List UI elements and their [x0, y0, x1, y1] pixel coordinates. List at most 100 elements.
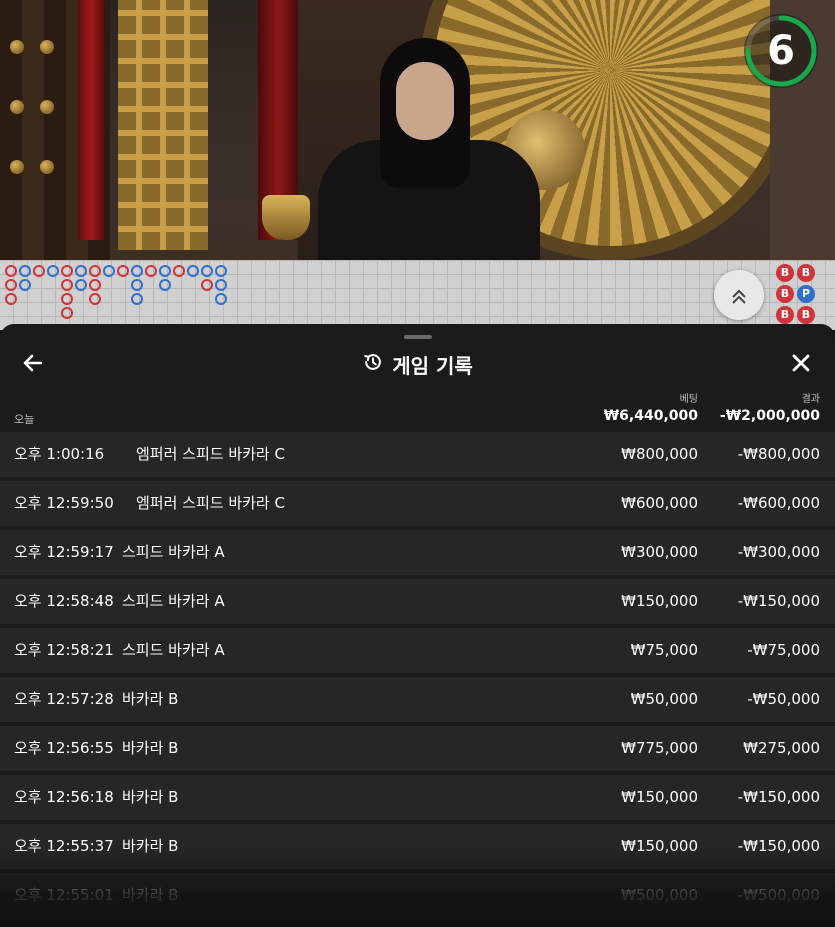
history-row[interactable]: 오후 12:58:48 스피드 바카라 A ₩150,000 -₩150,000 [0, 579, 835, 624]
row-bet: ₩150,000 [621, 788, 698, 806]
history-row[interactable]: 오후 12:56:55 바카라 B ₩775,000 ₩275,000 [0, 726, 835, 771]
history-row[interactable]: 오후 12:56:18 바카라 B ₩150,000 -₩150,000 [0, 775, 835, 820]
total-result: -₩2,000,000 [719, 408, 820, 424]
dealer-face [396, 62, 454, 140]
road-marker [33, 265, 45, 277]
gold-lattice [118, 0, 208, 250]
road-marker [61, 279, 73, 291]
road-marker [5, 293, 17, 305]
row-result: -₩300,000 [737, 543, 820, 561]
row-time: 오후 12:59:17 [14, 543, 114, 561]
history-row[interactable]: 오후 12:58:21 스피드 바카라 A ₩75,000 -₩75,000 [0, 628, 835, 673]
road-marker [117, 265, 129, 277]
sheet-grabber[interactable] [404, 335, 432, 339]
row-game: 바카라 B [122, 788, 179, 806]
row-bet: ₩500,000 [621, 886, 698, 904]
history-clock-icon [362, 351, 384, 377]
decor-stud [10, 40, 24, 54]
bet-column-header: 베팅 [679, 394, 698, 405]
row-result: -₩50,000 [747, 690, 820, 708]
road-marker [75, 279, 87, 291]
scroll-up-button[interactable] [714, 270, 764, 320]
road-marker [215, 265, 227, 277]
arrow-left-icon [18, 354, 48, 382]
row-time: 오후 12:58:21 [14, 641, 114, 659]
daily-summary: 베팅 결과 오늘 ₩6,440,000 -₩2,000,000 [0, 386, 835, 431]
road-marker [131, 279, 143, 291]
row-result: -₩800,000 [737, 445, 820, 463]
bead-road-map[interactable]: BBBPBB [0, 260, 835, 330]
road-marker [201, 265, 213, 277]
row-game: 스피드 바카라 A [122, 592, 225, 610]
sheet-header: 게임 기록 [0, 342, 835, 386]
close-x-icon [786, 354, 816, 382]
road-marker [131, 293, 143, 305]
row-time: 오후 1:00:16 [14, 445, 105, 463]
row-game: 엠퍼러 스피드 바카라 C [136, 494, 285, 512]
row-time: 오후 12:56:55 [14, 739, 114, 757]
row-time: 오후 12:58:48 [14, 592, 114, 610]
decor-stud [10, 100, 24, 114]
history-row[interactable]: 오후 12:59:17 스피드 바카라 A ₩300,000 -₩300,000 [0, 530, 835, 575]
red-pillar [78, 0, 104, 240]
road-marker [89, 265, 101, 277]
row-time: 오후 12:56:18 [14, 788, 114, 806]
bead-marker: B [797, 306, 815, 324]
road-marker [159, 265, 171, 277]
history-row[interactable]: 오후 12:57:28 바카라 B ₩50,000 -₩50,000 [0, 677, 835, 722]
row-time: 오후 12:57:28 [14, 690, 114, 708]
row-result: -₩75,000 [747, 641, 820, 659]
title-group: 게임 기록 [0, 342, 835, 386]
history-row[interactable]: 오후 12:55:37 바카라 B ₩150,000 -₩150,000 [0, 824, 835, 869]
row-game: 엠퍼러 스피드 바카라 C [136, 445, 285, 463]
road-marker [61, 293, 73, 305]
road-marker [5, 279, 17, 291]
row-time: 오후 12:55:37 [14, 837, 114, 855]
road-marker [103, 265, 115, 277]
bead-marker: P [797, 285, 815, 303]
back-button[interactable] [18, 348, 48, 378]
row-bet: ₩600,000 [621, 494, 698, 512]
history-row[interactable]: 오후 1:00:16 엠퍼러 스피드 바카라 C ₩800,000 -₩800,… [0, 432, 835, 477]
close-button[interactable] [786, 348, 816, 378]
history-row[interactable]: 오후 12:55:01 바카라 B ₩500,000 -₩500,000 [0, 873, 835, 918]
game-history-sheet: 게임 기록 베팅 결과 오늘 ₩6,440,000 -₩2,000,000 오후… [0, 324, 835, 927]
row-bet: ₩150,000 [621, 592, 698, 610]
bead-marker: B [797, 264, 815, 282]
road-marker [61, 307, 73, 319]
result-column-header: 결과 [801, 394, 820, 405]
row-game: 바카라 B [122, 886, 179, 904]
row-bet: ₩75,000 [630, 641, 698, 659]
road-marker [187, 265, 199, 277]
row-bet: ₩50,000 [630, 690, 698, 708]
history-row[interactable]: 오후 12:59:50 엠퍼러 스피드 바카라 C ₩600,000 -₩600… [0, 481, 835, 526]
decor-stud [10, 160, 24, 174]
row-result: -₩150,000 [737, 592, 820, 610]
road-marker [131, 265, 143, 277]
row-game: 바카라 B [122, 690, 179, 708]
row-bet: ₩300,000 [621, 543, 698, 561]
road-marker [201, 279, 213, 291]
bead-marker: B [776, 306, 794, 324]
row-game: 스피드 바카라 A [122, 641, 225, 659]
countdown-timer: 6 [744, 14, 818, 88]
road-marker [89, 279, 101, 291]
row-time: 오후 12:59:50 [14, 494, 114, 512]
road-marker [215, 279, 227, 291]
decor-stud [40, 160, 54, 174]
row-time: 오후 12:55:01 [14, 886, 114, 904]
live-video: 6 [0, 0, 835, 260]
bead-marker: B [776, 264, 794, 282]
row-result: -₩150,000 [737, 837, 820, 855]
double-chevron-up-icon [727, 281, 751, 309]
row-result: -₩500,000 [737, 886, 820, 904]
row-bet: ₩150,000 [621, 837, 698, 855]
road-marker [173, 265, 185, 277]
decor-stud [40, 40, 54, 54]
road-marker [215, 293, 227, 305]
history-list: 오후 1:00:16 엠퍼러 스피드 바카라 C ₩800,000 -₩800,… [0, 432, 835, 922]
bead-marker: B [776, 285, 794, 303]
gold-lamp [262, 195, 310, 240]
road-marker [159, 279, 171, 291]
row-game: 바카라 B [122, 739, 179, 757]
